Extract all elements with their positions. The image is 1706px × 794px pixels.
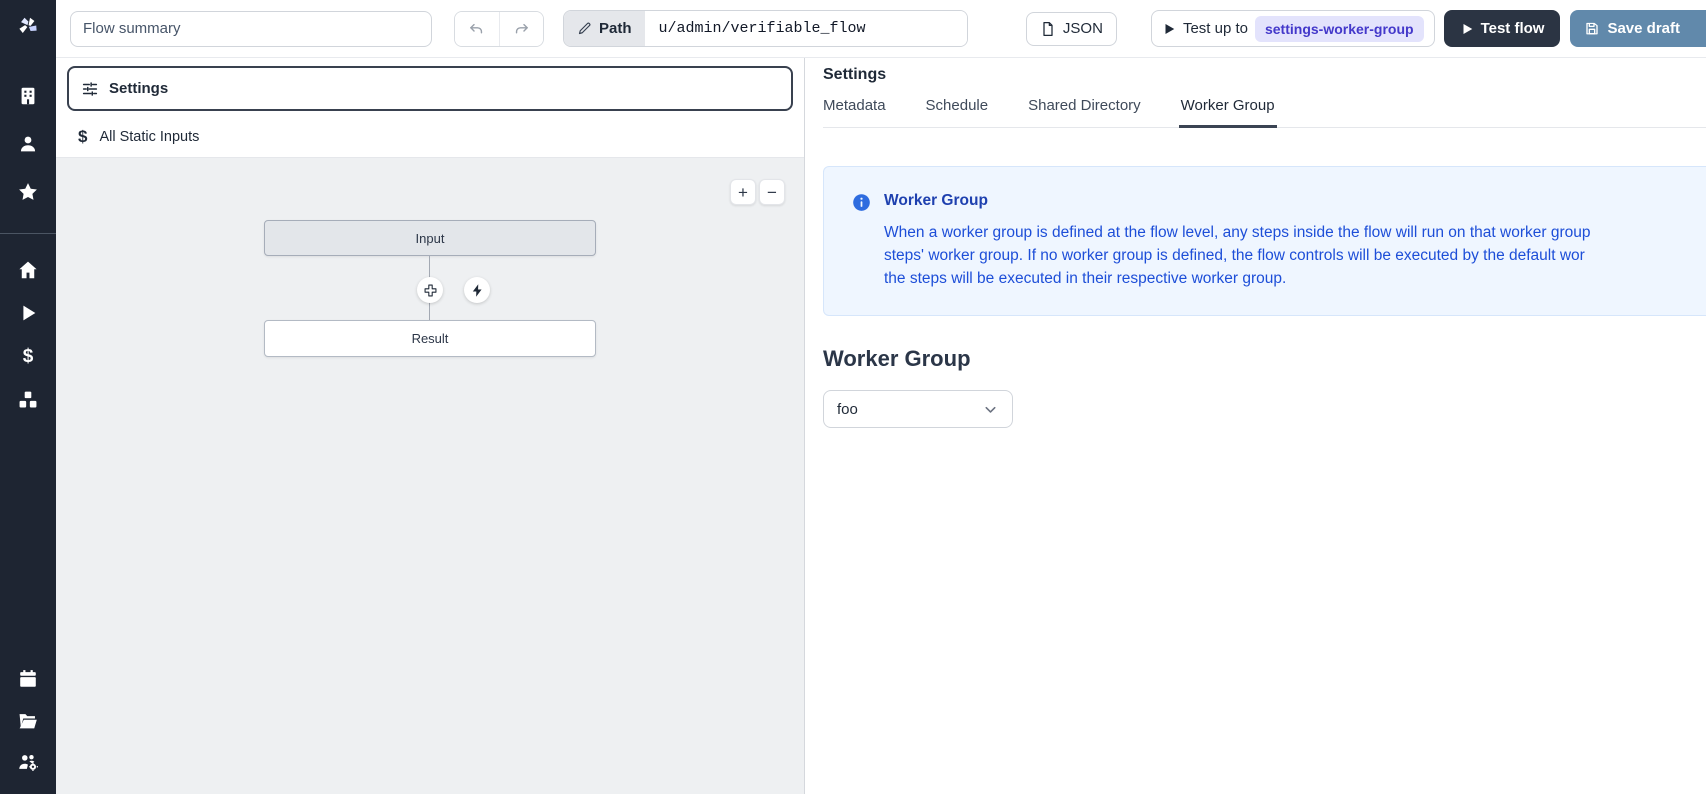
- add-step-button[interactable]: [417, 277, 443, 303]
- save-icon: [1584, 21, 1600, 37]
- tab-schedule[interactable]: Schedule: [926, 97, 989, 127]
- edit-path-button[interactable]: Path: [564, 11, 645, 46]
- test-up-to-step-badge[interactable]: settings-worker-group: [1255, 16, 1424, 42]
- path-label: Path: [599, 20, 632, 37]
- flow-graph-canvas: + − Input Result: [56, 158, 804, 794]
- tab-worker-group[interactable]: Worker Group: [1181, 97, 1275, 127]
- topbar-actions: JSON Test up to settings-worker-group Te…: [1026, 10, 1706, 47]
- play-icon: [1162, 22, 1176, 36]
- workers-users-gear-icon[interactable]: [16, 750, 40, 774]
- worker-group-info-box: Worker Group When a worker group is defi…: [823, 166, 1706, 316]
- test-up-to-button[interactable]: Test up to settings-worker-group: [1151, 10, 1435, 47]
- play-icon: [1460, 22, 1474, 36]
- workspace-building-icon[interactable]: [16, 84, 40, 108]
- input-node[interactable]: Input: [264, 220, 596, 256]
- folder-open-icon[interactable]: [16, 709, 40, 733]
- json-button[interactable]: JSON: [1026, 12, 1117, 46]
- variables-dollar-icon[interactable]: $: [16, 345, 40, 369]
- sidebar: $: [0, 0, 56, 794]
- save-draft-button[interactable]: Save draft: [1570, 10, 1706, 47]
- test-up-to-label: Test up to: [1183, 20, 1248, 37]
- trigger-zap-button[interactable]: [464, 277, 490, 303]
- settings-panel-title: Settings: [823, 66, 1706, 84]
- info-title: Worker Group: [884, 192, 1590, 210]
- tab-shared-directory[interactable]: Shared Directory: [1028, 97, 1141, 127]
- redo-button[interactable]: [499, 12, 544, 46]
- schedules-calendar-icon[interactable]: [16, 667, 40, 691]
- flow-summary-input[interactable]: [70, 11, 432, 47]
- redo-icon: [513, 20, 530, 37]
- result-node[interactable]: Result: [264, 320, 596, 357]
- windmill-flow-editor: $ Path u/admin: [0, 0, 1706, 794]
- star-icon[interactable]: [16, 180, 40, 204]
- canvas-zoom-controls: + −: [730, 179, 785, 205]
- worker-group-select-value: foo: [837, 401, 858, 418]
- zoom-in-button[interactable]: +: [730, 179, 756, 205]
- path-group: Path u/admin/verifiable_flow: [563, 10, 968, 47]
- json-button-label: JSON: [1063, 20, 1103, 37]
- zap-icon: [470, 283, 485, 298]
- undo-redo-group: [454, 11, 544, 47]
- undo-icon: [468, 20, 485, 37]
- zoom-out-button[interactable]: −: [759, 179, 785, 205]
- dollar-icon: $: [78, 127, 87, 147]
- info-line: the steps will be executed in their resp…: [884, 267, 1590, 290]
- worker-group-select[interactable]: foo: [823, 390, 1013, 428]
- all-static-inputs-label: All Static Inputs: [99, 129, 199, 145]
- path-value[interactable]: u/admin/verifiable_flow: [645, 11, 967, 46]
- pencil-icon: [577, 21, 592, 36]
- windmill-logo-icon[interactable]: [16, 14, 40, 38]
- settings-tabs: Metadata Schedule Shared Directory Worke…: [823, 97, 1706, 128]
- home-icon[interactable]: [16, 258, 40, 282]
- undo-button[interactable]: [455, 12, 499, 46]
- test-flow-button[interactable]: Test flow: [1444, 10, 1561, 47]
- settings-panel: Settings Metadata Schedule Shared Direct…: [805, 58, 1706, 794]
- chevron-down-icon: [982, 401, 999, 418]
- info-line: When a worker group is defined at the fl…: [884, 221, 1590, 244]
- flow-settings-item[interactable]: Settings: [67, 66, 793, 111]
- user-icon[interactable]: [16, 132, 40, 156]
- flow-settings-label: Settings: [109, 80, 168, 97]
- runs-play-icon[interactable]: [16, 301, 40, 325]
- test-flow-label: Test flow: [1481, 20, 1545, 37]
- resources-boxes-icon[interactable]: [16, 388, 40, 412]
- sliders-icon: [81, 80, 99, 98]
- flow-panel: Settings $ All Static Inputs + − Input R…: [56, 58, 805, 794]
- topbar: Path u/admin/verifiable_flow JSON Test u…: [56, 0, 1706, 58]
- info-body: When a worker group is defined at the fl…: [884, 221, 1590, 290]
- info-content: Worker Group When a worker group is defi…: [884, 192, 1590, 290]
- sidebar-divider: [0, 233, 56, 234]
- info-line: steps' worker group. If no worker group …: [884, 244, 1590, 267]
- file-json-icon: [1040, 21, 1056, 37]
- save-draft-label: Save draft: [1607, 20, 1680, 37]
- tab-metadata[interactable]: Metadata: [823, 97, 886, 127]
- all-static-inputs-item[interactable]: $ All Static Inputs: [56, 117, 804, 158]
- cross-plus-icon: [423, 283, 438, 298]
- info-icon: [852, 193, 871, 212]
- worker-group-heading: Worker Group: [823, 346, 1706, 372]
